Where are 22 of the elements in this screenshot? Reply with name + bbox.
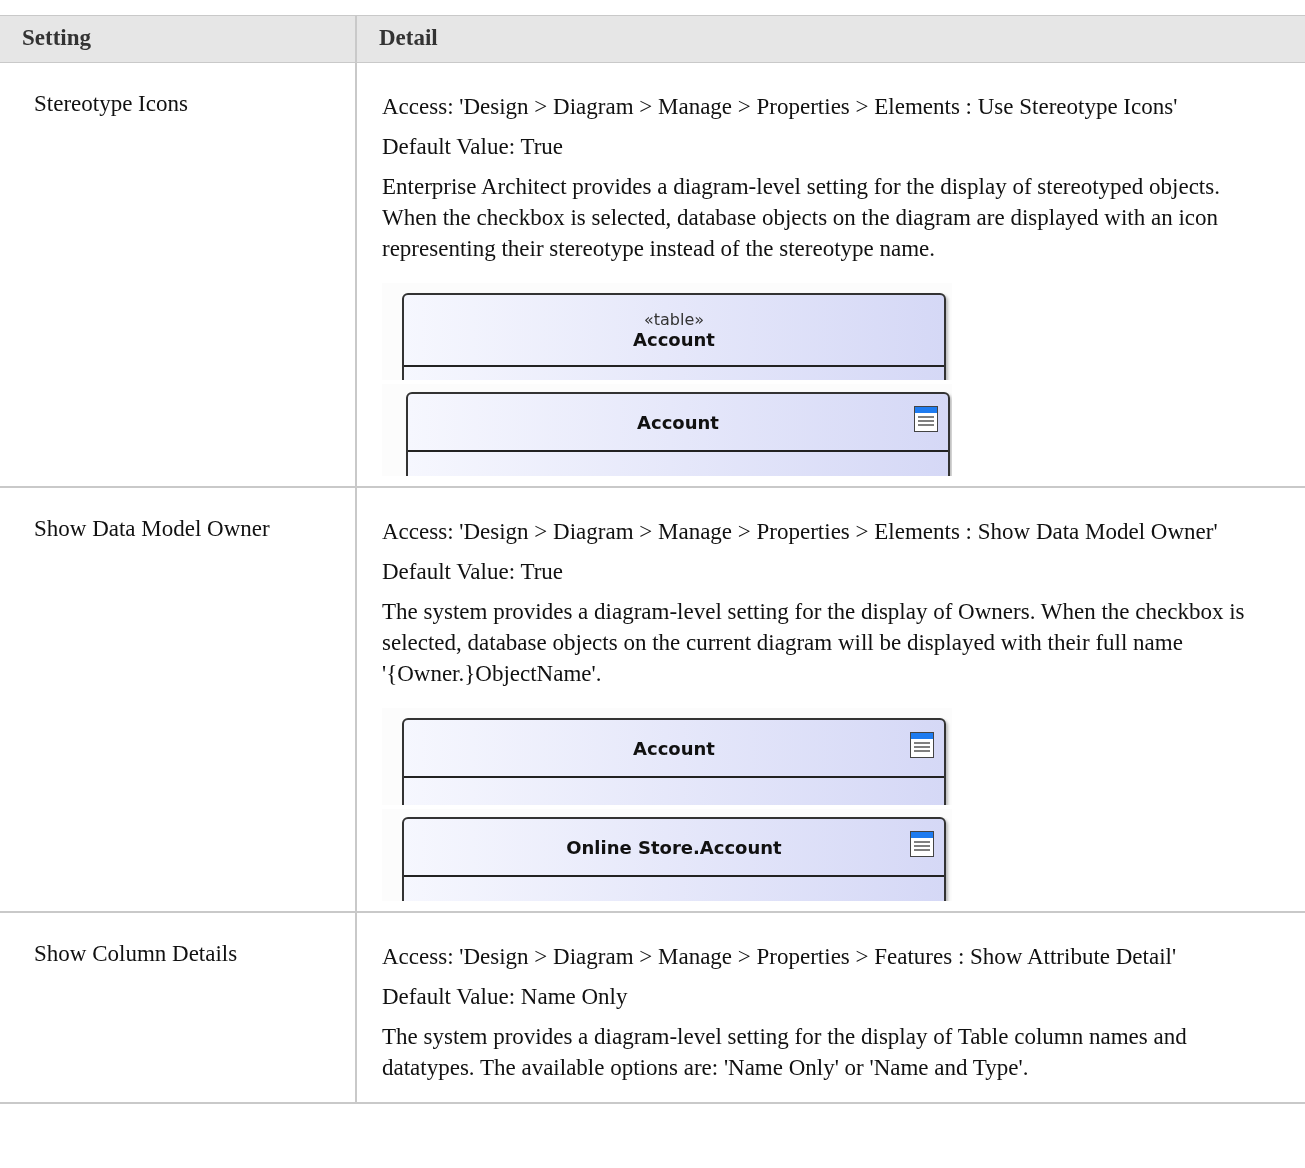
element-name: Account — [633, 737, 715, 759]
default-value: Default Value: True — [382, 133, 564, 161]
access-path: Access: 'Design > Diagram > Manage > Properties > Elements : Show Data Model Owner' — [382, 518, 1219, 546]
element-name: Online Store.Account — [566, 836, 782, 858]
access-path: Access: 'Design > Diagram > Manage > Properties > Elements : Use Stereotype Icons' — [382, 93, 1179, 121]
table-icon — [914, 406, 938, 432]
stereotype-label: «table» — [643, 310, 705, 329]
column-header: Detail — [378, 24, 439, 52]
element-name: Account — [633, 329, 715, 350]
description: The system provides a diagram-level setting for the display of Table column names and datatypes. The available options are: 'Name Only' or 'Name and Type'. — [382, 1023, 1188, 1082]
column-header: Setting — [0, 16, 357, 62]
table-icon — [910, 732, 934, 758]
default-value: Default Value: True — [382, 558, 564, 586]
table-icon — [910, 831, 934, 857]
description: The system provides a diagram-level setting for the display of Owners. When the checkbox is selected, database objects on the current diagram will be displayed with their full name '{Owner.}ObjectName'. — [382, 598, 1246, 688]
setting-name: Stereotype Icons — [34, 91, 188, 116]
setting-name: Show Data Model Owner — [34, 516, 270, 541]
access-path: Access: 'Design > Diagram > Manage > Properties > Features : Show Attribute Detail' — [382, 943, 1178, 971]
default-value: Default Value: Name Only — [382, 983, 629, 1011]
element-name: Account — [637, 411, 719, 433]
setting-name: Show Column Details — [34, 941, 238, 966]
description: Enterprise Architect provides a diagram-level setting for the display of stereotyped objects. When the checkbox is selected, database objects on the diagram are displayed with an icon representing their stereotype instead of the stereotype name. — [382, 173, 1221, 263]
